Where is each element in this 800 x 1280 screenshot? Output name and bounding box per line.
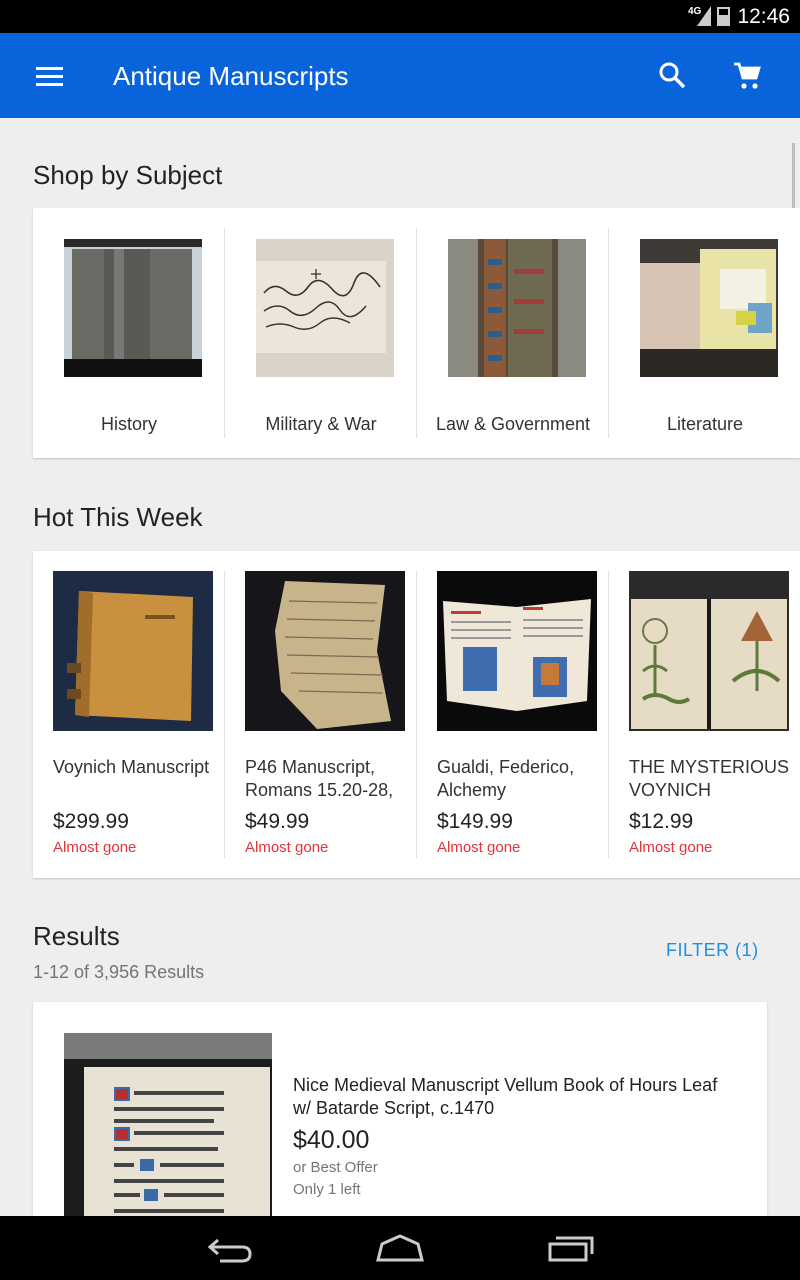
shop-by-subject-heading: Shop by Subject: [33, 160, 223, 190]
stock-note: Almost gone: [53, 839, 137, 856]
item-price: $12.99: [629, 810, 694, 833]
results-heading: Results: [33, 921, 120, 951]
stock-note: Almost gone: [629, 839, 713, 856]
filter-button[interactable]: FILTER (1): [666, 940, 759, 961]
item-price: $149.99: [437, 810, 513, 833]
subject-image: [256, 239, 394, 377]
item-name[interactable]: THE MYSTERIOUS VOYNICH: [629, 756, 799, 802]
page-title: Antique Manuscripts: [113, 61, 349, 91]
subject-label: Literature: [666, 414, 744, 434]
item-price: $49.99: [245, 810, 310, 833]
cart-icon[interactable]: [732, 61, 762, 91]
subject-card-history[interactable]: History: [33, 208, 225, 458]
subject-carousel[interactable]: History Military & War Law & Government …: [33, 208, 800, 458]
item-image: [245, 571, 405, 731]
subject-card-law-government[interactable]: Law & Government: [417, 208, 609, 458]
results-count: 1-12 of 3,956 Results: [33, 962, 205, 982]
result-stock: Only 1 left: [293, 1181, 361, 1198]
item-name[interactable]: P46 Manuscript, Romans 15.20-28,: [245, 756, 415, 802]
subject-label: Law & Government: [435, 414, 591, 434]
result-image: [64, 1033, 272, 1223]
item-name[interactable]: Voynich Manuscript: [53, 756, 223, 779]
stock-note: Almost gone: [245, 839, 329, 856]
stock-note: Almost gone: [437, 839, 521, 856]
item-name[interactable]: Gualdi, Federico, Alchemy: [437, 756, 607, 802]
battery-icon: [717, 7, 730, 26]
subject-image: [448, 239, 586, 377]
item-image: [629, 571, 789, 731]
signal-icon: [697, 6, 711, 26]
item-image: [53, 571, 213, 731]
hot-this-week-heading: Hot This Week: [33, 502, 203, 532]
result-offer: or Best Offer: [293, 1159, 378, 1176]
hot-item-card[interactable]: Gualdi, Federico, Alchemy $149.99 Almost…: [417, 551, 609, 878]
item-price: $299.99: [53, 810, 129, 833]
clock: 12:46: [737, 5, 790, 28]
subject-label: History: [100, 414, 157, 434]
back-icon[interactable]: [206, 1234, 254, 1264]
search-icon[interactable]: [658, 61, 686, 89]
app-bar: Antique Manuscripts: [0, 33, 800, 118]
item-image: [437, 571, 597, 731]
hot-carousel[interactable]: Voynich Manuscript $299.99 Almost gone P…: [33, 551, 800, 878]
recent-apps-icon[interactable]: [546, 1234, 596, 1264]
subject-label: Military & War: [265, 414, 377, 434]
result-title[interactable]: Nice Medieval Manuscript Vellum Book of …: [293, 1074, 733, 1120]
subject-image: [64, 239, 202, 377]
result-price: $40.00: [293, 1126, 370, 1154]
hot-item-card[interactable]: THE MYSTERIOUS VOYNICH $12.99 Almost gon…: [609, 551, 800, 878]
hot-item-card[interactable]: P46 Manuscript, Romans 15.20-28, $49.99 …: [225, 551, 417, 878]
status-bar: 4G 12:46: [0, 0, 800, 33]
menu-icon[interactable]: [36, 67, 63, 86]
subject-card-military-war[interactable]: Military & War: [225, 208, 417, 458]
home-icon[interactable]: [374, 1234, 426, 1264]
subject-card-literature[interactable]: Literature: [609, 208, 800, 458]
system-nav-bar: [0, 1216, 800, 1280]
hot-item-card[interactable]: Voynich Manuscript $299.99 Almost gone: [33, 551, 225, 878]
subject-image: [640, 239, 778, 377]
